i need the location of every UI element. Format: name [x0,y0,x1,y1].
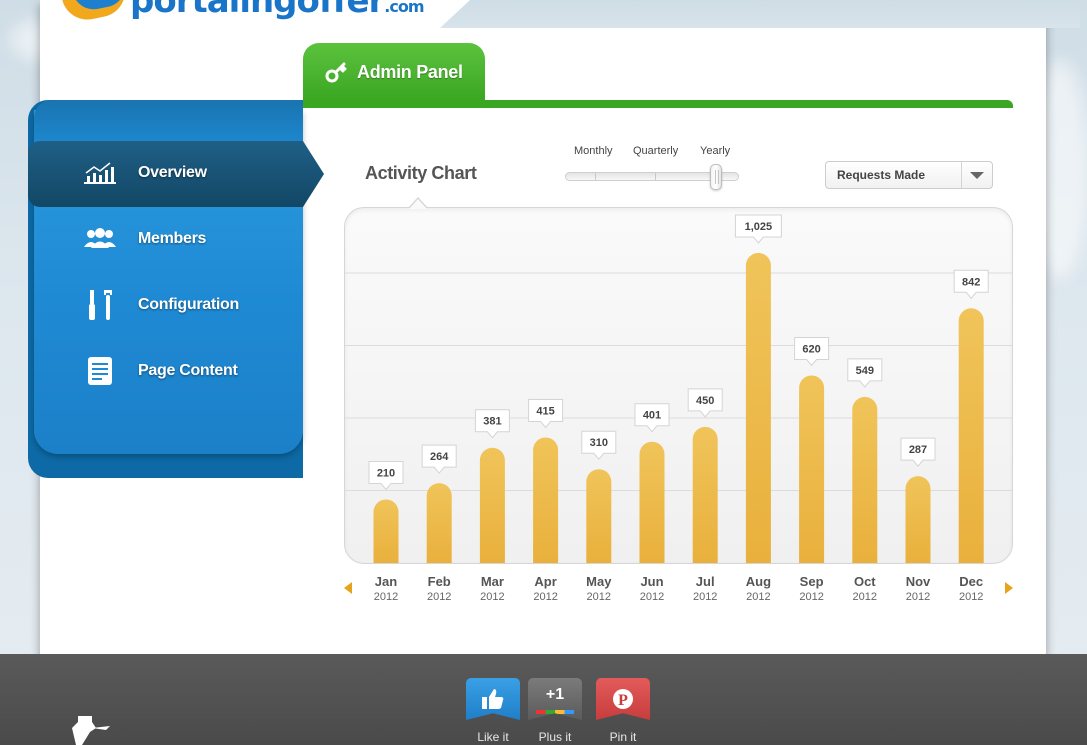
social-plus[interactable]: +1 Plus it [528,678,582,744]
period-yearly[interactable]: Yearly [700,145,730,157]
chart-bar[interactable] [958,308,984,563]
sidebar-item-label: Overview [138,164,207,181]
chart-bar[interactable] [533,437,559,563]
chart-bar[interactable] [745,252,771,563]
sidebar-item-label: Page Content [138,362,238,379]
thumbs-up-icon [466,678,520,720]
plus-one-icon: +1 [528,678,582,720]
document-icon [82,355,118,387]
sidebar-top [34,100,303,145]
chart-bar[interactable] [692,426,718,563]
members-icon [82,223,118,255]
chart-prev-arrow-icon[interactable] [344,582,352,594]
social-like-label: Like it [477,730,509,744]
chart-bar[interactable] [799,375,825,563]
sidebar-item-label: Members [138,230,207,247]
chart-title: Activity Chart [365,163,477,183]
key-icon [325,62,347,83]
social-pin-label: Pin it [609,730,637,744]
tab-admin-panel[interactable]: Admin Panel [303,43,485,101]
chart-bar[interactable] [639,441,665,563]
sidebar-item-configuration[interactable]: Configuration [82,285,239,325]
period-slider-handle[interactable] [710,164,722,190]
plus-one-stripe [536,710,574,714]
social-pin[interactable]: P Pin it [596,678,650,744]
chart-bar[interactable] [479,447,505,563]
slider-tick [655,173,656,180]
tools-icon [82,289,118,321]
metric-select-value: Requests Made [837,168,926,182]
chart-bar[interactable] [426,483,452,563]
chart-next-arrow-icon[interactable] [1005,582,1013,594]
sidebar-item-overview[interactable]: Overview [82,153,207,193]
social-like[interactable]: Like it [466,678,520,744]
period-monthly[interactable]: Monthly [574,145,613,157]
mascot-icon [72,716,110,745]
logo-swoosh-icon [60,0,130,26]
social-plus-label: Plus it [538,730,572,744]
chart-pointer [408,197,428,209]
chart-bar[interactable] [586,469,612,563]
chart-bar[interactable] [905,476,931,563]
sidebar-item-page-content[interactable]: Page Content [82,351,238,391]
sidebar-item-label: Configuration [138,296,239,313]
plus-one-glyph: +1 [545,686,565,703]
chart-bar[interactable] [373,499,399,563]
pinterest-icon: P [596,678,650,720]
tab-underline [303,100,1013,108]
logo-text: portalingoffer.com [130,0,425,21]
sidebar-item-members[interactable]: Members [82,219,206,259]
chart-bar[interactable] [852,396,878,563]
panel-notch [440,0,1080,28]
site-logo[interactable]: portalingoffer.com [60,0,425,26]
admin-tab-label: Admin Panel [357,61,463,82]
chart-icon [82,157,118,189]
metric-select[interactable]: Requests Made [825,161,993,189]
slider-tick [595,173,596,180]
svg-text:P: P [618,692,628,709]
period-quarterly[interactable]: Quarterly [633,145,678,157]
chevron-down-icon[interactable] [961,162,992,188]
